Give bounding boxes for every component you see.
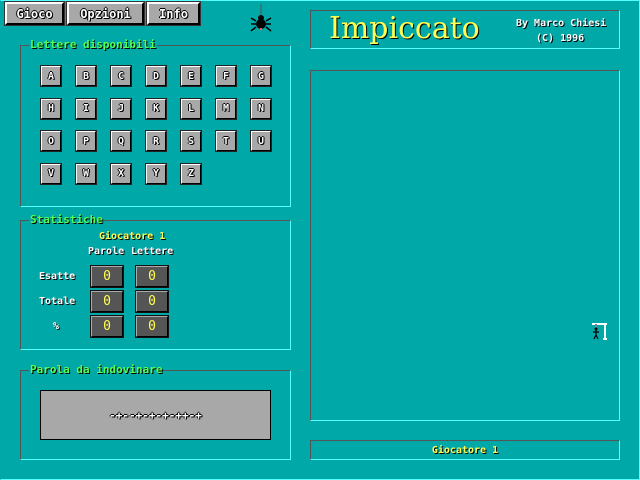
letter-button-w[interactable]: W	[75, 162, 97, 185]
menu-info[interactable]: Info	[146, 1, 201, 26]
letter-button-c[interactable]: C	[110, 65, 132, 87]
totale-letters: 0	[135, 290, 169, 313]
letter-button-v[interactable]: V	[40, 162, 62, 185]
word-panel: Parola da indovinare -+--+-+-+-++-+	[20, 363, 291, 460]
letter-button-o[interactable]: O	[40, 130, 62, 152]
totale-words: 0	[90, 290, 124, 313]
author: By Marco Chiesi	[516, 18, 607, 29]
letter-button-y[interactable]: Y	[145, 162, 167, 185]
row-label-esatte: Esatte	[39, 271, 76, 282]
col-words-label: Parole	[88, 246, 125, 257]
stats-panel-title: Statistiche	[29, 213, 104, 227]
col-letters-label: Lettere	[131, 246, 174, 257]
letter-button-l[interactable]: L	[180, 97, 202, 120]
status-player: Giocatore 1	[431, 444, 499, 456]
row-label-percent: %	[53, 321, 60, 332]
gallows-icon	[592, 323, 607, 340]
esatte-words: 0	[90, 265, 124, 288]
letter-button-j[interactable]: J	[110, 97, 132, 120]
title-panel: Impiccato By Marco Chiesi (C) 1996	[310, 10, 620, 49]
letter-button-e[interactable]: E	[180, 65, 202, 87]
word-display: -+--+-+-+-++-+	[40, 390, 271, 440]
letter-button-n[interactable]: N	[250, 97, 272, 120]
letter-button-d[interactable]: D	[145, 65, 167, 87]
letter-button-b[interactable]: B	[75, 65, 97, 87]
letter-button-g[interactable]: G	[250, 65, 272, 87]
status-bar: Giocatore 1	[310, 440, 620, 460]
percent-words: 0	[90, 315, 124, 338]
letters-panel-title: Lettere disponibili	[29, 38, 157, 52]
letter-button-f[interactable]: F	[215, 65, 237, 87]
letter-button-u[interactable]: U	[250, 130, 272, 152]
letter-button-p[interactable]: P	[75, 130, 97, 152]
stats-panel: Statistiche Giocatore 1 Parole Lettere E…	[20, 213, 291, 350]
menu-gioco[interactable]: Gioco	[4, 1, 65, 26]
letter-button-s[interactable]: S	[180, 130, 202, 152]
letter-button-a[interactable]: A	[40, 65, 62, 87]
letter-button-k[interactable]: K	[145, 97, 167, 120]
gallows-area	[310, 70, 620, 421]
spider-icon	[250, 4, 272, 32]
letter-button-x[interactable]: X	[110, 162, 132, 185]
copyright: (C) 1996	[536, 33, 585, 44]
stats-player: Giocatore 1	[99, 231, 166, 242]
letter-button-t[interactable]: T	[215, 130, 237, 152]
letter-button-i[interactable]: I	[75, 97, 97, 120]
percent-letters: 0	[135, 315, 169, 338]
letter-button-q[interactable]: Q	[110, 130, 132, 152]
letters-panel: Lettere disponibili ABCDEFG HIJKLMN OPQRST…	[20, 38, 291, 207]
letter-button-r[interactable]: R	[145, 130, 167, 152]
esatte-letters: 0	[135, 265, 169, 288]
letter-button-z[interactable]: Z	[180, 162, 202, 185]
letter-button-m[interactable]: M	[215, 97, 237, 120]
letter-button-h[interactable]: H	[40, 97, 62, 120]
menu-opzioni[interactable]: Opzioni	[66, 1, 145, 26]
word-panel-title: Parola da indovinare	[29, 363, 164, 377]
app-title: Impiccato	[329, 11, 480, 46]
row-label-totale: Totale	[39, 296, 76, 307]
